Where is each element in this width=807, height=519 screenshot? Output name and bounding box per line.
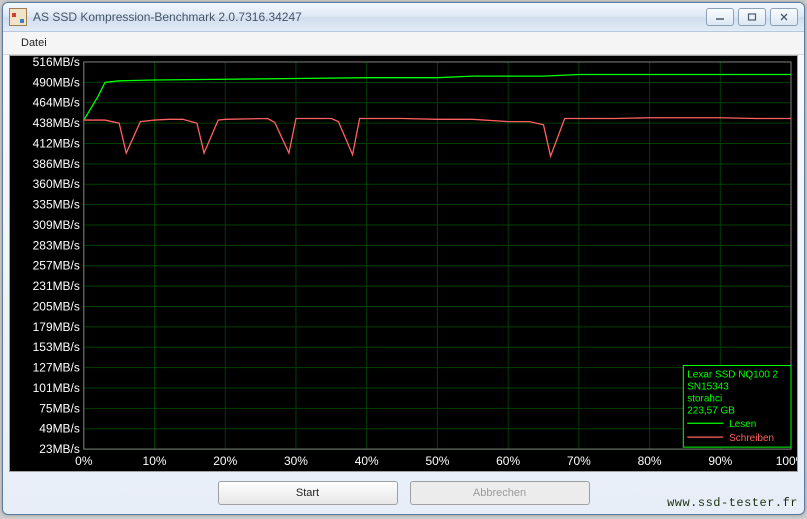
svg-text:50%: 50% — [425, 454, 449, 468]
cancel-button: Abbrechen — [410, 481, 590, 505]
svg-text:257MB/s: 257MB/s — [33, 259, 80, 273]
svg-text:Lexar SSD NQ100 2: Lexar SSD NQ100 2 — [687, 369, 778, 380]
app-window: AS SSD Kompression-Benchmark 2.0.7316.34… — [2, 2, 805, 515]
chart-area: 0% 10% 20% 30% 40% 50% 60% 70% 80% 90% 100% 516MB/s… — [9, 55, 798, 472]
close-icon — [779, 13, 789, 21]
svg-text:20%: 20% — [213, 454, 237, 468]
svg-text:464MB/s: 464MB/s — [33, 96, 80, 110]
close-button[interactable] — [770, 8, 798, 26]
svg-text:223,57 GB: 223,57 GB — [687, 405, 735, 416]
svg-text:101MB/s: 101MB/s — [33, 381, 80, 395]
svg-text:30%: 30% — [284, 454, 308, 468]
svg-text:490MB/s: 490MB/s — [33, 75, 80, 89]
svg-text:10%: 10% — [143, 454, 167, 468]
svg-text:70%: 70% — [567, 454, 591, 468]
svg-text:335MB/s: 335MB/s — [33, 198, 80, 212]
svg-text:60%: 60% — [496, 454, 520, 468]
svg-text:153MB/s: 153MB/s — [33, 340, 80, 354]
app-icon — [9, 8, 27, 26]
svg-text:412MB/s: 412MB/s — [33, 136, 80, 150]
svg-text:23MB/s: 23MB/s — [39, 442, 80, 456]
svg-text:75MB/s: 75MB/s — [39, 401, 80, 415]
menu-file[interactable]: Datei — [13, 35, 55, 51]
svg-text:205MB/s: 205MB/s — [33, 299, 80, 313]
minimize-icon — [715, 13, 725, 21]
svg-text:127MB/s: 127MB/s — [33, 361, 80, 375]
minimize-button[interactable] — [706, 8, 734, 26]
svg-text:309MB/s: 309MB/s — [33, 218, 80, 232]
button-row: Start Abbrechen — [3, 478, 804, 508]
svg-text:storahci: storahci — [687, 393, 722, 404]
svg-text:SN15343: SN15343 — [687, 381, 729, 392]
svg-text:283MB/s: 283MB/s — [33, 238, 80, 252]
maximize-button[interactable] — [738, 8, 766, 26]
svg-text:386MB/s: 386MB/s — [33, 157, 80, 171]
chart-svg: 0% 10% 20% 30% 40% 50% 60% 70% 80% 90% 100% 516MB/s… — [10, 56, 797, 471]
start-button[interactable]: Start — [218, 481, 398, 505]
titlebar[interactable]: AS SSD Kompression-Benchmark 2.0.7316.34… — [3, 3, 804, 32]
svg-text:80%: 80% — [638, 454, 662, 468]
svg-text:179MB/s: 179MB/s — [33, 320, 80, 334]
window-title: AS SSD Kompression-Benchmark 2.0.7316.34… — [33, 10, 706, 24]
svg-text:Schreiben: Schreiben — [729, 433, 774, 444]
svg-text:438MB/s: 438MB/s — [33, 116, 80, 130]
svg-text:231MB/s: 231MB/s — [33, 279, 80, 293]
svg-text:49MB/s: 49MB/s — [39, 422, 80, 436]
window-controls — [706, 8, 798, 26]
menubar: Datei — [3, 32, 804, 55]
svg-text:Lesen: Lesen — [729, 419, 756, 430]
svg-text:0%: 0% — [75, 454, 93, 468]
svg-text:516MB/s: 516MB/s — [33, 56, 80, 69]
svg-text:360MB/s: 360MB/s — [33, 177, 80, 191]
maximize-icon — [747, 13, 757, 21]
svg-text:100%: 100% — [776, 454, 797, 468]
svg-text:90%: 90% — [708, 454, 732, 468]
svg-text:40%: 40% — [355, 454, 379, 468]
